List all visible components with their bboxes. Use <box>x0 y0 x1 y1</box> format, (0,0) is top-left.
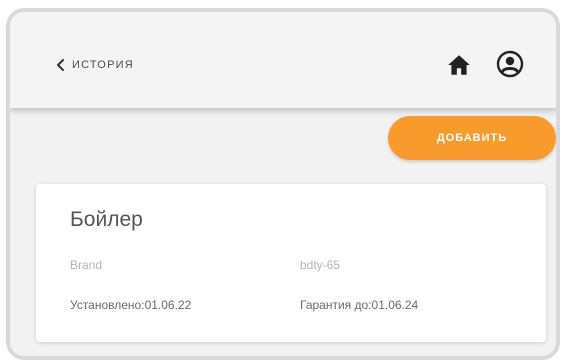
app-window: ИСТОРИЯ ДОБАВИТЬ Бойлер Brand bdty-65 Ус… <box>6 8 560 360</box>
device-model: bdty-65 <box>300 258 341 272</box>
back-button[interactable]: ИСТОРИЯ <box>54 55 134 75</box>
user-circle-icon[interactable] <box>496 50 524 78</box>
top-bar: ИСТОРИЯ <box>10 12 556 108</box>
warranty-label: Гарантия до: <box>300 298 372 312</box>
warranty-info: Гарантия до:01.06.24 <box>300 298 418 312</box>
device-title: Бойлер <box>70 208 143 231</box>
installed-label: Установлено: <box>70 298 145 312</box>
installed-info: Установлено:01.06.22 <box>70 298 191 312</box>
back-label: ИСТОРИЯ <box>72 59 134 71</box>
add-button[interactable]: ДОБАВИТЬ <box>388 116 556 160</box>
device-card[interactable]: Бойлер Brand bdty-65 Установлено:01.06.2… <box>36 184 546 342</box>
chevron-left-icon <box>57 59 64 71</box>
home-icon[interactable] <box>446 52 472 78</box>
installed-date: 01.06.22 <box>144 298 192 312</box>
warranty-date: 01.06.24 <box>371 298 419 312</box>
device-brand: Brand <box>70 258 103 272</box>
